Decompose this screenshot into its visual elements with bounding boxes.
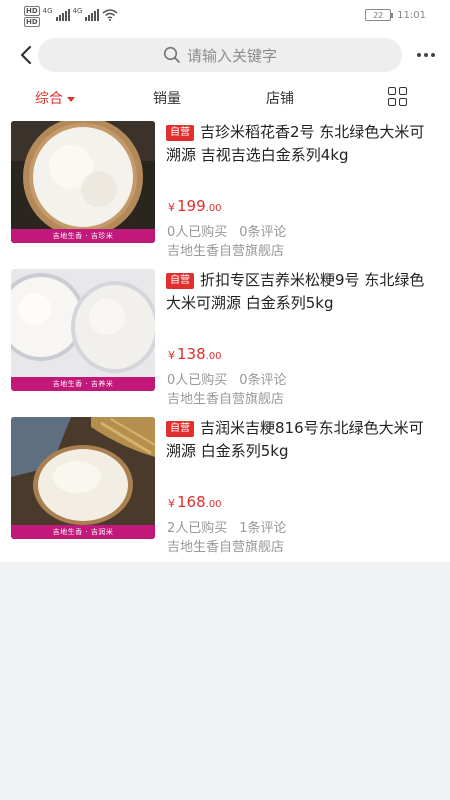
hd-indicators: HD HD xyxy=(24,6,40,27)
price-decimal: .00 xyxy=(205,203,222,214)
product-stats: 0人已购买 0条评论 xyxy=(167,221,287,240)
shop-name[interactable]: 吉地生香自营旗舰店 xyxy=(167,240,284,259)
product-item[interactable]: 吉地生香 · 吉润米 自营 吉润米吉粳816号东北绿色大米可溯源 白金系列5kg … xyxy=(0,414,450,562)
price-integer: 138 xyxy=(177,345,206,363)
grid-view-icon[interactable] xyxy=(388,87,408,107)
search-icon xyxy=(163,46,180,63)
self-operated-badge: 自营 xyxy=(166,421,194,437)
battery-level: 22 xyxy=(373,10,384,20)
image-caption: 吉地生香 · 吉珍米 xyxy=(11,229,155,243)
tab-sales[interactable]: 销量 xyxy=(153,88,181,108)
more-options-button[interactable] xyxy=(414,44,438,66)
product-title-text: 吉珍米稻花香2号 东北绿色大米可溯源 吉视吉选白金系列4kg xyxy=(166,123,425,164)
product-title[interactable]: 自营 吉珍米稻花香2号 东北绿色大米可溯源 吉视吉选白金系列4kg xyxy=(166,121,432,167)
search-placeholder: 请输入关键字 xyxy=(186,46,277,65)
hd-badge: HD xyxy=(24,17,40,27)
dot-icon xyxy=(424,53,428,57)
status-right: 22 11:01 xyxy=(365,9,426,21)
product-item[interactable]: 吉地生香 · 吉珍米 自营 吉珍米稻花香2号 东北绿色大米可溯源 吉视吉选白金系列… xyxy=(0,118,450,266)
rice-bowl-image xyxy=(11,417,155,539)
sold-count: 2人已购买 xyxy=(167,521,228,536)
product-list: 吉地生香 · 吉珍米 自营 吉珍米稻花香2号 东北绿色大米可溯源 吉视吉选白金系列… xyxy=(0,118,450,562)
shop-name[interactable]: 吉地生香自营旗舰店 xyxy=(167,388,284,407)
dot-icon xyxy=(417,53,421,57)
product-price: ¥ 168 .00 xyxy=(168,493,222,511)
product-image[interactable]: 吉地生香 · 吉珍米 xyxy=(11,121,155,243)
status-left: HD HD 4G 4G xyxy=(24,6,118,27)
chevron-left-icon xyxy=(20,45,32,65)
tab-shop[interactable]: 店铺 xyxy=(266,88,294,108)
product-image[interactable]: 吉地生香 · 吉润米 xyxy=(11,417,155,539)
price-decimal: .00 xyxy=(205,351,222,362)
signal-icon xyxy=(55,9,70,21)
product-stats: 0人已购买 0条评论 xyxy=(167,369,287,388)
review-count: 1条评论 xyxy=(239,521,287,536)
product-stats: 2人已购买 1条评论 xyxy=(167,517,287,536)
clock: 11:01 xyxy=(397,9,426,21)
review-count: 0条评论 xyxy=(239,225,287,240)
self-operated-badge: 自营 xyxy=(166,273,194,289)
back-button[interactable] xyxy=(14,42,38,68)
product-price: ¥ 138 .00 xyxy=(168,345,222,363)
shop-name[interactable]: 吉地生香自营旗舰店 xyxy=(167,536,284,555)
product-title[interactable]: 自营 折扣专区吉养米松粳9号 东北绿色大米可溯源 白金系列5kg xyxy=(166,269,432,315)
status-bar: HD HD 4G 4G 22 11:01 xyxy=(0,0,450,32)
product-price: ¥ 199 .00 xyxy=(168,197,222,215)
product-title-text: 吉润米吉粳816号东北绿色大米可溯源 白金系列5kg xyxy=(166,419,424,460)
price-decimal: .00 xyxy=(205,499,222,510)
hd-badge: HD xyxy=(24,6,40,16)
product-title[interactable]: 自营 吉润米吉粳816号东北绿色大米可溯源 白金系列5kg xyxy=(166,417,432,463)
image-caption: 吉地生香 · 吉润米 xyxy=(11,525,155,539)
signal-icon xyxy=(85,9,100,21)
currency-symbol: ¥ xyxy=(168,497,175,510)
tab-label: 销量 xyxy=(153,91,181,107)
rice-bowl-image xyxy=(11,269,155,391)
tab-comprehensive[interactable]: 综合 xyxy=(35,88,75,108)
sort-tabs: 综合 销量 店铺 xyxy=(0,78,450,118)
dot-icon xyxy=(431,53,435,57)
sold-count: 0人已购买 xyxy=(167,225,228,240)
price-integer: 168 xyxy=(177,493,206,511)
review-count: 0条评论 xyxy=(239,373,287,388)
rice-bowl-image xyxy=(11,121,155,243)
search-input[interactable]: 请输入关键字 xyxy=(38,38,402,72)
currency-symbol: ¥ xyxy=(168,201,175,214)
product-image[interactable]: 吉地生香 · 吉养米 xyxy=(11,269,155,391)
network-type: 4G xyxy=(72,7,83,15)
price-integer: 199 xyxy=(177,197,206,215)
tab-label: 综合 xyxy=(35,91,63,107)
network-type: 4G xyxy=(42,7,53,15)
product-title-text: 折扣专区吉养米松粳9号 东北绿色大米可溯源 白金系列5kg xyxy=(166,271,425,312)
currency-symbol: ¥ xyxy=(168,349,175,362)
sold-count: 0人已购买 xyxy=(167,373,228,388)
wifi-icon xyxy=(102,9,118,21)
product-item[interactable]: 吉地生香 · 吉养米 自营 折扣专区吉养米松粳9号 东北绿色大米可溯源 白金系列5… xyxy=(0,266,450,414)
image-caption: 吉地生香 · 吉养米 xyxy=(11,377,155,391)
self-operated-badge: 自营 xyxy=(166,125,194,141)
caret-down-icon xyxy=(67,96,75,102)
header: 请输入关键字 xyxy=(0,32,450,78)
tab-label: 店铺 xyxy=(266,91,294,107)
battery-icon: 22 xyxy=(365,9,394,21)
